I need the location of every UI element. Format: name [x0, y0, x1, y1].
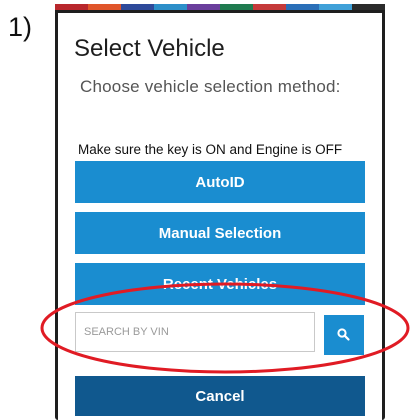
color-strip-segment: [154, 4, 187, 10]
color-strip-segment: [352, 4, 385, 10]
autoid-button[interactable]: AutoID: [75, 161, 365, 203]
instruction-text: Make sure the key is ON and Engine is OF…: [78, 142, 343, 157]
color-strip-segment: [286, 4, 319, 10]
dialog-title: Select Vehicle: [74, 35, 225, 62]
color-strip-segment: [319, 4, 352, 10]
color-strip-segment: [121, 4, 154, 10]
screenshot-canvas: 1) Select Vehicle Choose vehicle selecti…: [0, 0, 412, 420]
step-label: 1): [8, 12, 33, 42]
select-vehicle-dialog: Select Vehicle Choose vehicle selection …: [58, 13, 382, 420]
device-frame: Select Vehicle Choose vehicle selection …: [55, 4, 385, 420]
color-strip-segment: [220, 4, 253, 10]
color-strip-segment: [253, 4, 286, 10]
color-strip-segment: [187, 4, 220, 10]
manual-selection-button[interactable]: Manual Selection: [75, 212, 365, 254]
search-icon: [337, 328, 350, 341]
color-strip-segment: [88, 4, 121, 10]
cancel-button[interactable]: Cancel: [75, 376, 365, 416]
dialog-subtitle: Choose vehicle selection method:: [80, 77, 341, 96]
color-strip-segment: [55, 4, 88, 10]
recent-vehicles-button[interactable]: Recent Vehicles: [75, 263, 365, 305]
vin-search-button[interactable]: [324, 315, 364, 355]
top-color-strip: [55, 4, 385, 10]
vin-search-input[interactable]: SEARCH BY VIN: [75, 312, 315, 352]
